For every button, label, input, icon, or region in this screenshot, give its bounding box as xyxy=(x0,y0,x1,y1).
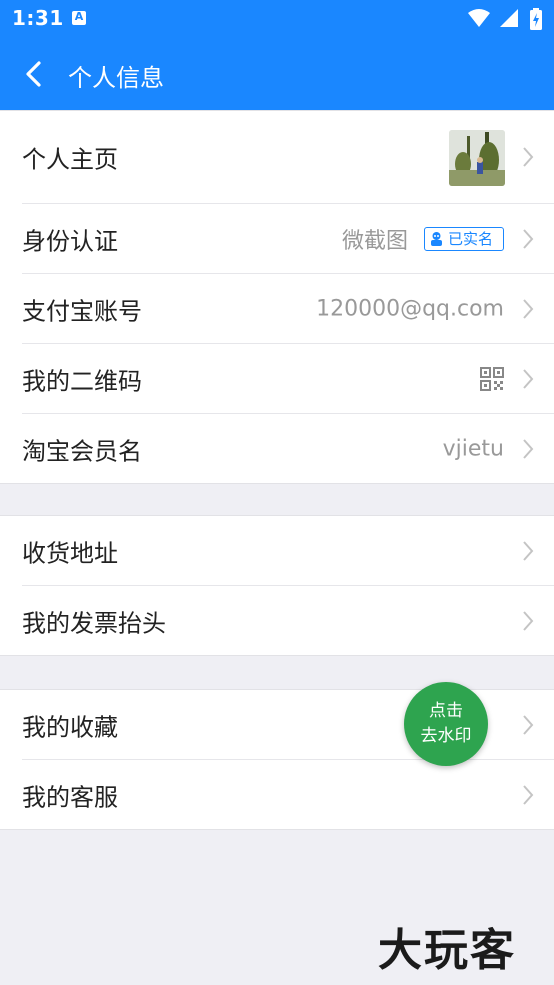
address-group: 收货地址 我的发票抬头 xyxy=(0,515,554,656)
row-label: 身份认证 xyxy=(22,227,118,255)
qr-code-icon xyxy=(480,366,504,391)
row-identity[interactable]: 身份认证 微截图 已实名 xyxy=(22,204,554,274)
avatar xyxy=(449,130,505,186)
row-label: 我的客服 xyxy=(22,783,118,811)
row-shipping-address[interactable]: 收货地址 xyxy=(22,516,554,586)
wifi-icon xyxy=(467,9,490,27)
page-title: 个人信息 xyxy=(68,64,164,92)
alipay-account: 120000@qq.com xyxy=(316,296,504,321)
row-label: 我的发票抬头 xyxy=(22,609,166,637)
remove-watermark-button[interactable]: 点击 去水印 xyxy=(404,682,488,766)
signal-icon xyxy=(499,9,518,27)
row-label: 个人主页 xyxy=(22,145,118,174)
app-bar: 个人信息 xyxy=(0,38,554,110)
row-invoice-title[interactable]: 我的发票抬头 xyxy=(22,586,554,655)
chevron-right-icon xyxy=(523,147,534,167)
row-qrcode[interactable]: 我的二维码 xyxy=(22,344,554,414)
row-label: 支付宝账号 xyxy=(22,297,142,325)
chevron-right-icon xyxy=(523,540,534,561)
chevron-right-icon xyxy=(523,610,534,631)
profile-group: 个人主页 身份认证 微截图 已实名 支付宝账号 120000@qq.com 我的… xyxy=(0,110,554,484)
row-alipay[interactable]: 支付宝账号 120000@qq.com xyxy=(22,274,554,344)
status-icons xyxy=(467,8,542,30)
chevron-right-icon xyxy=(523,784,534,805)
chevron-right-icon xyxy=(523,228,534,249)
row-taobao-member[interactable]: 淘宝会员名 vjietu xyxy=(22,414,554,483)
row-customer-service[interactable]: 我的客服 xyxy=(22,760,554,829)
verified-badge: 已实名 xyxy=(424,226,504,251)
chevron-right-icon xyxy=(523,298,534,319)
row-label: 收货地址 xyxy=(22,539,118,567)
chevron-right-icon xyxy=(523,714,534,735)
row-label: 我的收藏 xyxy=(22,713,118,741)
identity-name: 微截图 xyxy=(341,228,408,254)
row-homepage[interactable]: 个人主页 xyxy=(22,111,554,204)
chevron-right-icon xyxy=(523,368,534,389)
status-time: 1:31 xyxy=(12,6,64,30)
fab-line1: 点击 xyxy=(429,701,463,721)
a-letter-icon: A xyxy=(72,10,86,25)
status-bar: 1:31 A xyxy=(0,0,554,38)
back-arrow-icon[interactable] xyxy=(22,60,46,88)
row-label: 我的二维码 xyxy=(22,367,142,395)
brand-logo: 大玩客 xyxy=(378,925,516,976)
fab-line2: 去水印 xyxy=(420,726,472,746)
chevron-right-icon xyxy=(523,438,534,459)
user-verified-icon xyxy=(431,231,442,246)
badge-label: 已实名 xyxy=(448,229,494,248)
battery-charging-icon xyxy=(530,8,542,30)
taobao-member-name: vjietu xyxy=(442,436,504,461)
row-label: 淘宝会员名 xyxy=(22,437,142,465)
